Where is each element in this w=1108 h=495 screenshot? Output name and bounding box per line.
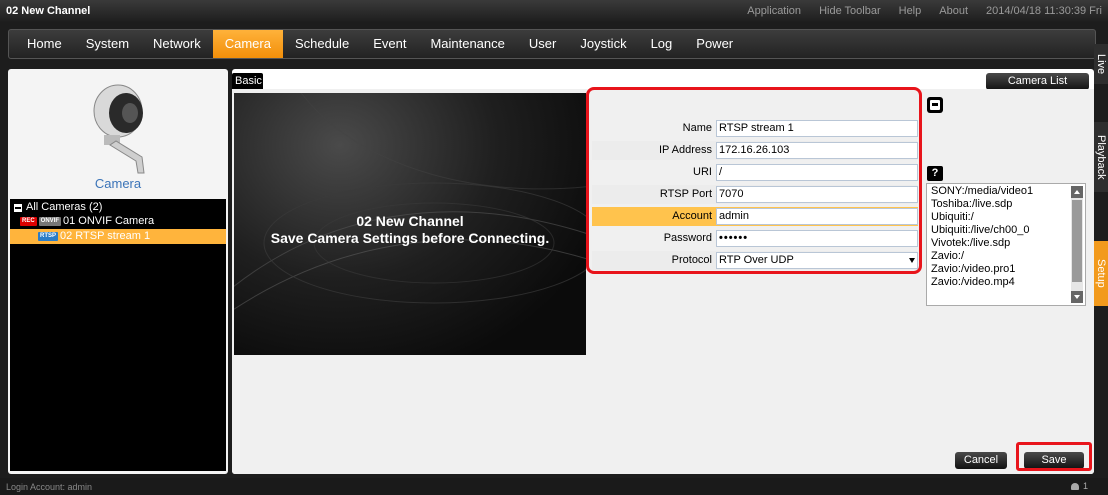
menu-joystick[interactable]: Joystick (568, 30, 638, 58)
preview-message-subtitle: Save Camera Settings before Connecting. (270, 230, 550, 246)
uri-preset-items: SONY:/media/video1 Toshiba:/live.sdp Ubi… (927, 185, 1033, 289)
camera-section-label: Camera (94, 176, 142, 191)
hide-toolbar-link[interactable]: Hide Toolbar (819, 5, 881, 17)
menu-network[interactable]: Network (141, 30, 213, 58)
tree-item-label: 01 ONVIF Camera (63, 215, 155, 227)
menu-system[interactable]: System (74, 30, 141, 58)
tab-basic[interactable]: Basic (232, 73, 263, 89)
uri-preset-item[interactable]: Toshiba:/live.sdp (927, 198, 1033, 211)
window-title: 02 New Channel (6, 5, 91, 17)
uri-preset-item[interactable]: Ubiquiti:/ (927, 211, 1033, 224)
help-link[interactable]: Help (899, 5, 922, 17)
menu-maintenance[interactable]: Maintenance (418, 30, 516, 58)
title-bar: 02 New Channel Application Hide Toolbar … (0, 0, 1108, 22)
collapse-icon[interactable] (14, 203, 22, 212)
tab-setup-label: Setup (1095, 259, 1107, 288)
menu-schedule[interactable]: Schedule (283, 30, 361, 58)
side-tabs: Live Playback Setup (1094, 44, 1108, 474)
rec-badge-icon: REC (20, 217, 37, 226)
tab-playback[interactable]: Playback (1094, 122, 1108, 192)
camera-tree: All Cameras (2) REC ONVIF 01 ONVIF Camer… (10, 199, 226, 471)
tab-setup[interactable]: Setup (1094, 241, 1108, 306)
menu-event[interactable]: Event (361, 30, 418, 58)
camera-list-button[interactable]: Camera List (986, 73, 1089, 90)
cancel-button[interactable]: Cancel (955, 452, 1007, 469)
security-camera-icon (93, 84, 145, 174)
about-link[interactable]: About (939, 5, 968, 17)
help-icon[interactable]: ? (927, 166, 943, 181)
application-link[interactable]: Application (747, 5, 801, 17)
minimize-icon[interactable] (927, 97, 943, 113)
main-menu: Home System Network Camera Schedule Even… (8, 29, 1096, 59)
highlight-box-save (1016, 442, 1092, 471)
tree-item-label: 02 RTSP stream 1 (60, 230, 151, 242)
uri-preset-item[interactable]: Zavio:/video.pro1 (927, 263, 1033, 276)
tab-live-label: Live (1095, 53, 1107, 75)
camera-sidebar: Camera All Cameras (2) REC ONVIF 01 ONVI… (8, 69, 228, 474)
login-account-text: Login Account: admin (6, 482, 93, 492)
app-window: 02 New Channel Application Hide Toolbar … (0, 0, 1108, 495)
menu-power[interactable]: Power (684, 30, 745, 58)
datetime-display: 2014/04/18 11:30:39 Fri (986, 5, 1102, 17)
user-icon (1070, 482, 1079, 490)
menu-log[interactable]: Log (639, 30, 685, 58)
menu-user[interactable]: User (517, 30, 568, 58)
uri-preset-item[interactable]: Ubiquiti:/live/ch00_0 (927, 224, 1033, 237)
tree-root-all-cameras[interactable]: All Cameras (2) (10, 199, 226, 214)
uri-preset-item[interactable]: Zavio:/video.mp4 (927, 276, 1033, 289)
uri-preset-item[interactable]: SONY:/media/video1 (927, 185, 1033, 198)
status-bar: Login Account: admin 1 (0, 478, 1108, 495)
video-preview: 02 New Channel Save Camera Settings befo… (234, 93, 586, 355)
menu-home[interactable]: Home (15, 30, 74, 58)
top-links: Application Hide Toolbar Help About 2014… (747, 5, 1102, 17)
highlight-box-form (586, 87, 922, 274)
scroll-thumb[interactable] (1072, 200, 1082, 282)
tree-root-label: All Cameras (2) (26, 201, 103, 213)
uri-preset-item[interactable]: Vivotek:/live.sdp (927, 237, 1033, 250)
tree-item-camera-01[interactable]: REC ONVIF 01 ONVIF Camera (10, 214, 226, 229)
onvif-camera-icon: ONVIF (38, 217, 62, 226)
tree-item-camera-02[interactable]: RTSP 02 RTSP stream 1 (10, 229, 226, 244)
menu-camera[interactable]: Camera (212, 30, 283, 58)
scroll-down-icon[interactable] (1071, 291, 1083, 303)
tab-playback-label: Playback (1095, 134, 1107, 180)
rtsp-camera-icon: RTSP (38, 232, 59, 241)
uri-presets-scrollbar[interactable] (1071, 186, 1083, 303)
online-users: 1 (1070, 481, 1088, 491)
tab-live[interactable]: Live (1094, 44, 1108, 84)
uri-preset-item[interactable]: Zavio:/ (927, 250, 1033, 263)
preview-message-title: 02 New Channel (356, 213, 464, 229)
uri-presets-list[interactable]: SONY:/media/video1 Toshiba:/live.sdp Ubi… (926, 183, 1086, 306)
online-user-count: 1 (1082, 481, 1088, 491)
scroll-up-icon[interactable] (1071, 186, 1083, 198)
